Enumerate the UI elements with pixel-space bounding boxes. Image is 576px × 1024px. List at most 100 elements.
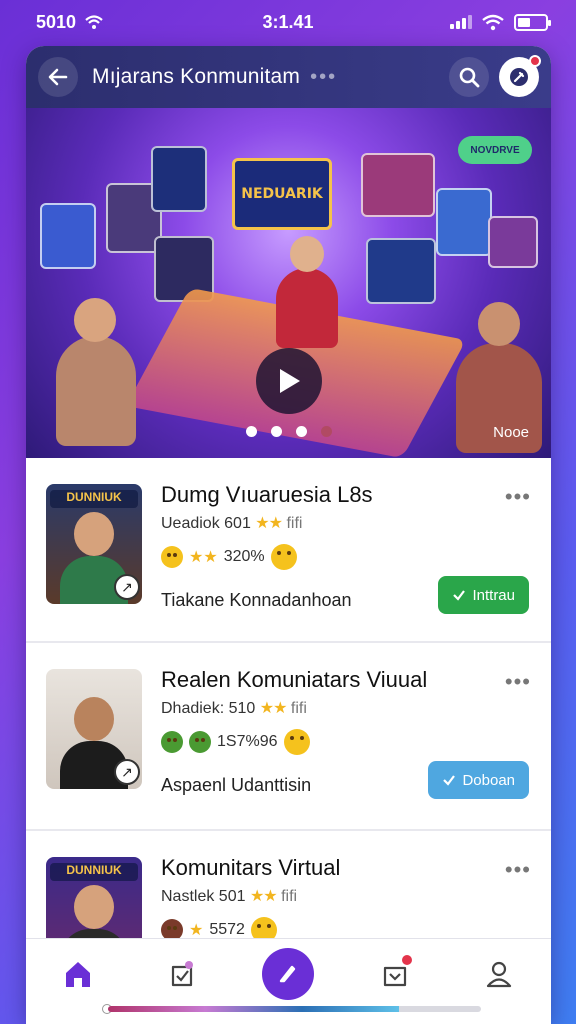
follow-button[interactable]: Doboan [428, 761, 529, 799]
top-app-bar: Mıjarans Konmunitam ••• [26, 46, 551, 108]
carousel-dots [26, 426, 551, 437]
more-options-icon[interactable]: ••• [505, 669, 531, 695]
compose-icon [280, 965, 296, 982]
thumbnail-face [74, 697, 114, 741]
nav-inbox[interactable] [372, 951, 418, 997]
carousel-dot[interactable] [270, 426, 282, 437]
carrier-text: 5010 [36, 11, 77, 32]
search-icon [459, 67, 480, 88]
thumbnail-label: DUNNIUK [50, 863, 138, 881]
follow-button-label: Doboan [462, 771, 515, 789]
title-more-icon[interactable]: ••• [310, 66, 337, 89]
inbox-badge [402, 954, 413, 965]
item-meta-extra: fifi [286, 515, 303, 532]
item-stat-text: 5572 [209, 921, 245, 938]
hero-person-head [74, 298, 116, 342]
play-arrow-icon[interactable]: ↗ [114, 759, 140, 785]
item-meta: Nastlek 501 ★★ fifi [161, 886, 297, 906]
edit-chat-icon [510, 68, 528, 86]
join-button-label: Inttrau [472, 586, 515, 604]
item-meta-text: Ueadiok 601 [161, 515, 251, 532]
emoji-icon [161, 731, 183, 753]
item-title: Realen Komuniatars Viuual [161, 667, 428, 692]
item-stat-text: 320% [223, 548, 265, 565]
hero-panel [151, 146, 207, 212]
hero-person [276, 268, 338, 348]
status-left: 5010 [36, 12, 104, 33]
wifi-icon [482, 14, 504, 30]
more-options-icon[interactable]: ••• [505, 857, 531, 883]
thumbnail-face [74, 885, 114, 929]
hero-person-head [290, 236, 324, 272]
item-stat-text: 1S7%96 [217, 733, 278, 750]
hero-banner[interactable]: NEDUARIK NOVDRVE Nooe [26, 108, 551, 458]
hero-sign: NEDUARIK [232, 158, 332, 230]
star-rating-icon: ★ [189, 922, 204, 939]
back-arrow-icon [48, 68, 68, 86]
join-button[interactable]: Inttrau [438, 576, 529, 614]
battery-icon [514, 13, 551, 31]
home-icon [65, 961, 90, 987]
carousel-dot[interactable] [245, 426, 257, 437]
item-meta: Dhadiek: 510 ★★ fifi [161, 698, 307, 718]
nav-badges[interactable] [159, 951, 205, 997]
play-button[interactable] [256, 348, 322, 414]
progress-bar[interactable] [108, 1006, 481, 1012]
list-item[interactable]: DUNNIUK ↗ Dumg Vıuaruesia L8s Ueadiok 60… [26, 458, 551, 643]
star-rating-icon: ★★ [255, 515, 283, 532]
profile-icon [486, 961, 512, 987]
hero-panel [366, 238, 436, 304]
app-card: Mıjarans Konmunitam ••• NEDUARIK NOVDRVE… [26, 46, 551, 1024]
bottom-navigation [26, 938, 551, 1024]
check-icon [443, 775, 456, 786]
wifi-small-icon [85, 15, 103, 29]
item-meta-text: Dhadiek: 510 [161, 700, 256, 717]
star-rating-icon: ★★ [259, 700, 288, 717]
hero-person-head [478, 302, 520, 346]
nav-compose[interactable] [262, 947, 315, 1000]
item-meta-text: Nastlek 501 [161, 888, 246, 905]
nav-profile[interactable] [476, 951, 522, 997]
list-item[interactable]: ↗ Realen Komuniatars Viuual Dhadiek: 510… [26, 643, 551, 831]
item-subtitle: Tiakane Konnadanhoan [161, 590, 352, 610]
hero-more-link[interactable]: Nooe [493, 424, 529, 441]
emoji-icon [189, 731, 211, 753]
signal-icon [450, 15, 472, 29]
item-thumbnail[interactable]: DUNNIUK ↗ [46, 484, 142, 604]
thumbnail-face [74, 512, 114, 556]
hero-panel [361, 153, 435, 217]
item-thumbnail[interactable]: ↗ [46, 669, 142, 789]
status-right [450, 13, 551, 31]
more-options-icon[interactable]: ••• [505, 484, 531, 510]
hero-panel [436, 188, 492, 256]
emoji-icon [161, 546, 183, 568]
item-stats: 1S7%96 [161, 729, 310, 755]
nav-home[interactable] [55, 951, 101, 997]
thumbnail-label: DUNNIUK [50, 490, 138, 508]
carousel-dot[interactable] [320, 426, 332, 437]
hero-chat-bubble: NOVDRVE [458, 136, 532, 164]
notification-button[interactable] [499, 55, 541, 97]
badge-icon [171, 960, 193, 986]
item-subtitle: Aspaenl Udanttisin [161, 775, 312, 795]
star-rating-icon: ★★ [249, 888, 278, 905]
community-list: DUNNIUK ↗ Dumg Vıuaruesia L8s Ueadiok 60… [26, 458, 551, 1016]
star-rating-icon: ★★ [189, 549, 218, 566]
item-meta-extra: fifi [281, 888, 298, 905]
carousel-dot[interactable] [295, 426, 307, 437]
back-button[interactable] [38, 57, 78, 97]
item-meta-extra: fifi [290, 700, 307, 717]
page-title: Mıjarans Konmunitam [92, 65, 301, 88]
item-meta: Ueadiok 601 ★★ fifi [161, 513, 302, 533]
item-stats: ★★ 320% [161, 544, 297, 570]
topbar-actions [449, 55, 541, 97]
item-title: Dumg Vıuaruesia L8s [161, 482, 373, 507]
play-arrow-icon[interactable]: ↗ [114, 574, 140, 600]
progress-fill [108, 1006, 399, 1012]
emoji-icon [270, 544, 297, 570]
play-icon [280, 369, 300, 393]
emoji-icon [283, 729, 310, 755]
notification-badge [529, 55, 541, 67]
item-title: Komunitars Virtual [161, 855, 341, 880]
search-button[interactable] [449, 57, 489, 97]
